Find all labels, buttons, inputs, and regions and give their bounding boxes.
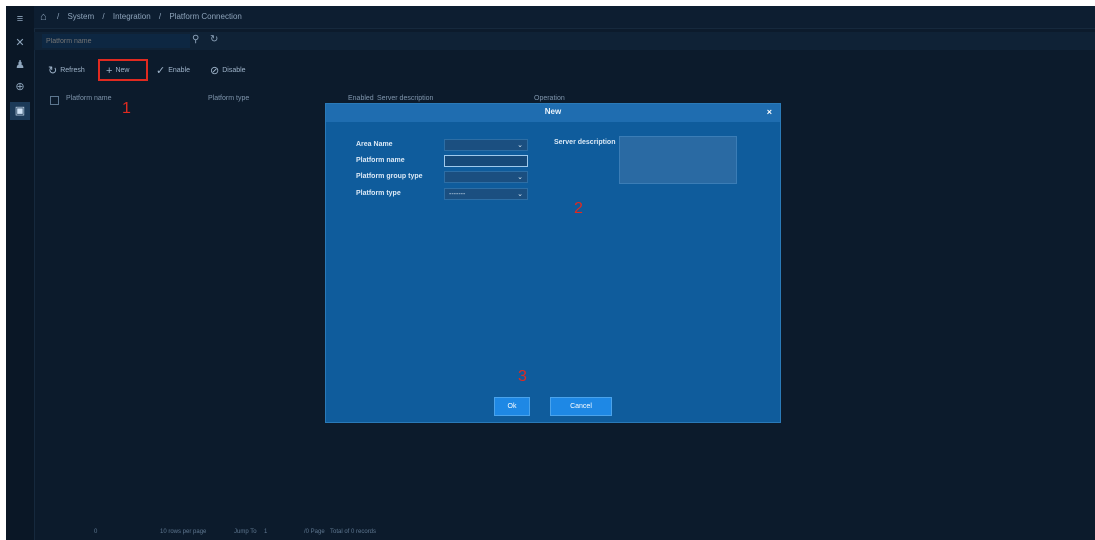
new-platform-dialog: New × Area Name ⌄ Platform name Platform… (325, 103, 781, 423)
platform-type-label: Platform type (356, 190, 401, 197)
cancel-button[interactable]: Cancel (550, 397, 612, 416)
page-number[interactable]: 0 (94, 529, 97, 535)
step-2-marker: 2 (574, 200, 583, 217)
left-sidebar: ≡ ✕ ♟ ⊕ ▣ (6, 6, 35, 540)
column-server-description[interactable]: Server description (377, 95, 433, 102)
dialog-title: New (544, 107, 562, 116)
column-operation[interactable]: Operation (534, 95, 565, 102)
refresh-button[interactable]: ↻ Refresh (48, 63, 85, 79)
platform-type-value: ------- (449, 191, 466, 198)
dialog-header: New × (326, 104, 780, 122)
network-icon[interactable]: ⊕ (10, 78, 30, 96)
disable-icon: ⊘ (210, 65, 220, 77)
server-description-label: Server description (554, 139, 616, 146)
panel-icon[interactable]: ▣ (10, 102, 30, 120)
close-icon[interactable]: × (767, 107, 772, 117)
ok-button[interactable]: Ok (494, 397, 530, 416)
platform-type-select[interactable]: ------- ⌄ (444, 188, 528, 200)
step-3-marker: 3 (518, 368, 527, 385)
new-button-highlight (98, 59, 148, 81)
column-enabled[interactable]: Enabled (348, 95, 374, 102)
disable-button[interactable]: ⊘ Disable (210, 63, 246, 79)
refresh-label: Refresh (60, 67, 85, 74)
breadcrumb-item-platform-connection: Platform Connection (169, 12, 242, 21)
column-platform-name[interactable]: Platform name (66, 95, 112, 102)
chevron-down-icon: ⌄ (517, 191, 523, 198)
filter-bar: ⚲ ↻ (34, 32, 1095, 50)
platform-group-type-label: Platform group type (356, 173, 423, 180)
total-records: Total of 0 records (330, 529, 377, 535)
server-description-textarea[interactable] (619, 136, 737, 184)
enable-button[interactable]: ✓ Enable (156, 63, 190, 79)
jump-to-label: Jump To (234, 529, 257, 535)
disable-label: Disable (222, 67, 246, 74)
tools-icon[interactable]: ✕ (10, 34, 30, 52)
platform-name-search-input[interactable] (42, 34, 190, 48)
platform-name-label: Platform name (356, 157, 405, 164)
breadcrumb-separator: / (158, 12, 162, 21)
breadcrumb-separator: / (57, 12, 60, 21)
reset-icon[interactable]: ↻ (210, 34, 218, 45)
breadcrumb-separator: / (102, 12, 105, 21)
jump-to-input[interactable]: 1 (264, 529, 267, 535)
area-name-select[interactable]: ⌄ (444, 139, 528, 151)
user-icon[interactable]: ♟ (10, 56, 30, 74)
menu-icon[interactable]: ≡ (10, 10, 30, 28)
enable-label: Enable (168, 67, 191, 74)
breadcrumb: ⌂ / System / Integration / Platform Conn… (34, 6, 1095, 29)
page-count: /0 Page (304, 529, 325, 535)
area-name-label: Area Name (356, 141, 393, 148)
search-icon[interactable]: ⚲ (192, 34, 199, 45)
breadcrumb-item-integration[interactable]: Integration (113, 12, 151, 21)
check-icon: ✓ (156, 65, 166, 77)
column-platform-type[interactable]: Platform type (208, 95, 249, 102)
refresh-icon: ↻ (48, 65, 58, 77)
chevron-down-icon: ⌄ (517, 174, 523, 181)
rows-per-page-select[interactable]: 10 rows per page (160, 529, 206, 535)
pagination: 0 10 rows per page Jump To 1 /0 Page Tot… (34, 526, 1095, 540)
platform-group-type-select[interactable]: ⌄ (444, 171, 528, 183)
chevron-down-icon: ⌄ (517, 142, 523, 149)
platform-name-field[interactable] (444, 155, 528, 167)
home-icon[interactable]: ⌂ (40, 6, 47, 28)
select-all-checkbox[interactable] (50, 96, 59, 105)
toolbar: ↻ Refresh + New ✓ Enable ⊘ Disable (34, 61, 434, 81)
breadcrumb-item-system[interactable]: System (67, 12, 94, 21)
